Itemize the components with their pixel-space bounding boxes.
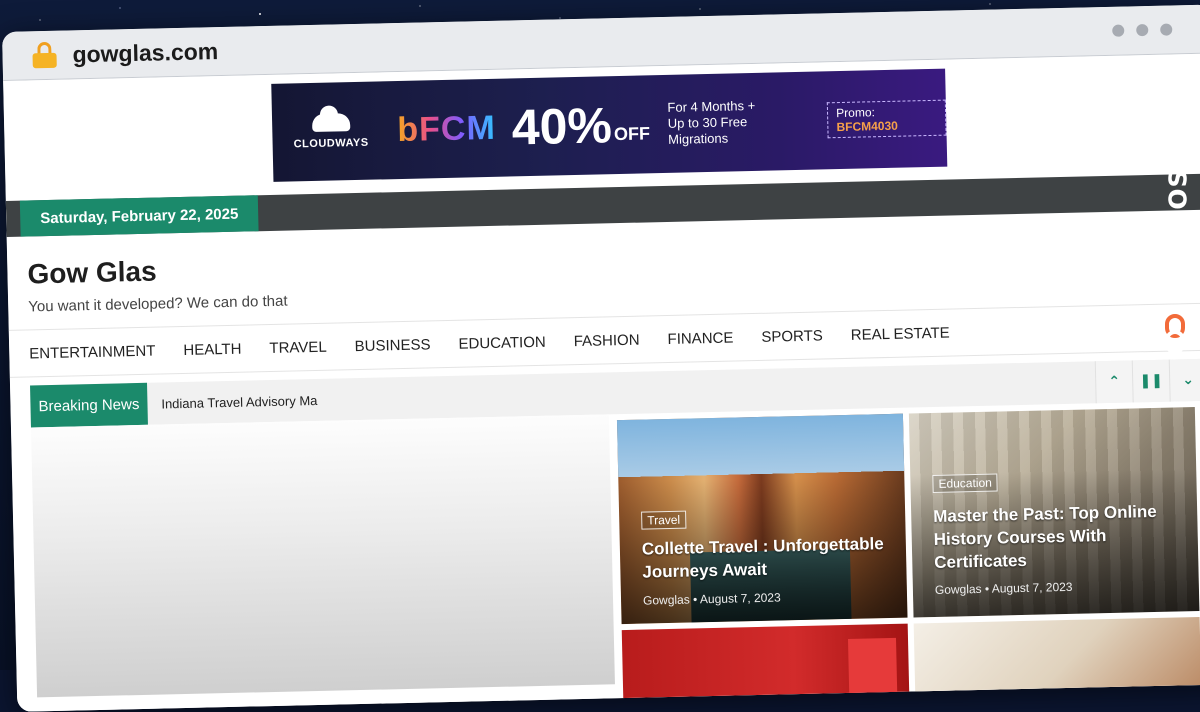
nav-item-sports[interactable]: SPORTS [761,327,823,345]
nav-item-fashion[interactable]: FASHION [574,331,640,349]
post-author[interactable]: Gowglas [643,593,690,608]
nav-item-health[interactable]: HEALTH [183,340,241,358]
post-date: August 7, 2023 [991,579,1073,596]
ad-offer-line2: Up to 30 Free Migrations [667,113,748,148]
breaking-news-headline[interactable]: Indiana Travel Advisory Ma [161,392,317,411]
guestpostlinks-watermark: GUESTPOSTLINKS [1156,52,1196,354]
ad-offer: For 4 Months + Up to 30 Free Migrations [667,96,808,148]
browser-window: gowglas.com CLOUDWAYS bFCM 40% OFF For 4… [2,4,1200,712]
featured-grid: Travel Collette Travel : Unforgettable J… [30,400,1200,712]
post-date: August 7, 2023 [699,590,781,607]
window-dot-icon[interactable] [1160,23,1173,36]
current-date: Saturday, February 22, 2025 [19,195,259,237]
ad-brand: CLOUDWAYS [293,136,369,151]
watermark-text: GUESTPOSTLINKS [1163,61,1193,328]
window-dot-icon[interactable] [1112,24,1125,37]
category-tag[interactable]: Travel [641,510,687,530]
post-author[interactable]: Gowglas [935,582,982,597]
post-card[interactable]: Travel Collette Travel : Unforgettable J… [616,413,908,625]
featured-slider[interactable] [30,414,615,698]
post-title[interactable]: Master the Past: Top Online History Cour… [933,499,1190,574]
cloudways-logo: CLOUDWAYS [272,112,390,151]
ad-event: bFCM [396,108,497,149]
post-card[interactable]: Education Master the Past: Top Online Hi… [908,407,1200,618]
ad-off: OFF [613,123,651,145]
post-card[interactable] [913,616,1200,712]
web-page: CLOUDWAYS bFCM 40% OFF For 4 Months + Up… [3,53,1200,712]
ad-promo-code: BFCM4030 [836,118,899,135]
chevron-up-icon[interactable]: ⌃ [1094,360,1133,404]
breaking-news-label: Breaking News [30,382,148,428]
nav-item-travel[interactable]: TRAVEL [269,338,327,356]
ad-promo-label: Promo: [836,105,876,121]
chevron-down-icon[interactable]: ⌄ [1168,358,1200,402]
post-title[interactable]: Collette Travel : Unforgettable Journeys… [642,532,893,584]
url-text[interactable]: gowglas.com [72,38,218,68]
nav-item-education[interactable]: EDUCATION [458,333,546,352]
window-controls [1112,23,1173,37]
red-image-block [847,637,898,712]
lock-icon [32,41,57,69]
nav-item-business[interactable]: BUSINESS [354,336,430,355]
category-tag[interactable]: Education [932,473,999,494]
banner-ad[interactable]: CLOUDWAYS bFCM 40% OFF For 4 Months + Up… [271,68,948,182]
pause-icon[interactable]: ❚❚ [1131,359,1170,403]
ticker-controls: ⌃ ❚❚ ⌄ [1094,358,1200,404]
post-card[interactable] [621,623,911,712]
ad-percent: 40% [511,97,613,156]
chain-link-icon [1165,314,1185,354]
ad-promo: Promo: BFCM4030 [826,99,947,139]
nav-item-entertainment[interactable]: ENTERTAINMENT [29,342,155,362]
cloud-icon [311,113,350,132]
nav-item-real-estate[interactable]: REAL ESTATE [851,324,950,343]
window-dot-icon[interactable] [1136,23,1149,37]
nav-item-finance[interactable]: FINANCE [667,329,733,347]
